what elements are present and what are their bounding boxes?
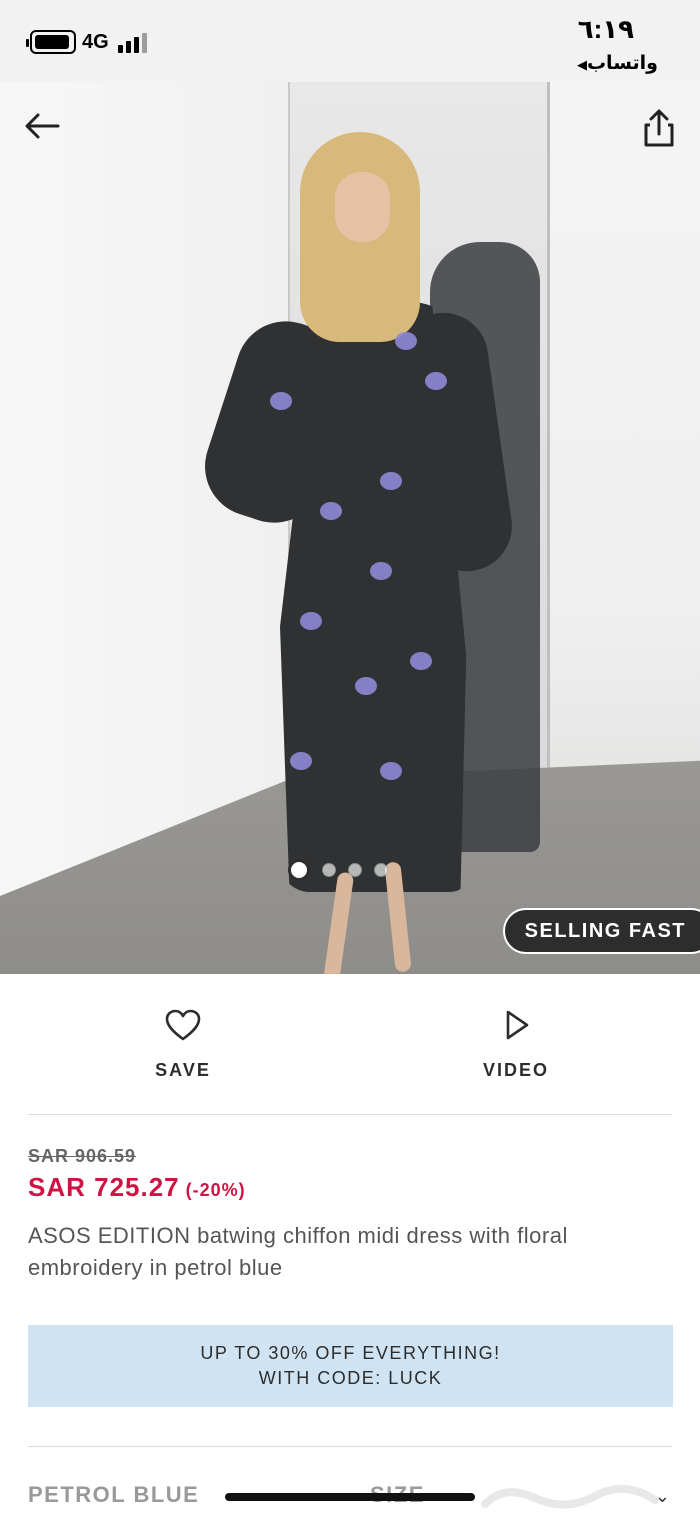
product-actions: SAVE VIDEO <box>0 974 700 1114</box>
clock: ٦:١٩ <box>577 14 634 44</box>
divider <box>28 1114 672 1115</box>
share-button[interactable] <box>642 108 676 148</box>
battery-icon <box>26 30 76 54</box>
arrow-left-icon <box>25 113 60 139</box>
product-photo-model <box>180 132 518 974</box>
heart-icon <box>165 1009 201 1041</box>
promo-line-1: UP TO 30% OFF EVERYTHING! <box>200 1343 501 1363</box>
save-button[interactable]: SAVE <box>113 1008 253 1081</box>
promo-banner[interactable]: UP TO 30% OFF EVERYTHING! WITH CODE: LUC… <box>28 1325 673 1407</box>
carousel-dot[interactable] <box>348 863 362 877</box>
triangle-left-icon: ◀ <box>576 57 587 72</box>
carousel-pagination <box>288 858 388 882</box>
back-to-app-link[interactable]: واتساب◀ <box>571 52 658 75</box>
back-button[interactable] <box>22 110 62 142</box>
price-row: SAR 725.27 (-20%) <box>28 1172 246 1203</box>
carousel-dot[interactable] <box>288 859 310 881</box>
promo-line-2: WITH CODE: LUCK <box>258 1368 443 1388</box>
divider <box>28 1446 672 1447</box>
selling-fast-badge: SELLING FAST <box>502 908 700 954</box>
share-icon <box>644 109 674 147</box>
carousel-dot[interactable] <box>374 863 388 877</box>
video-button[interactable]: VIDEO <box>446 1008 586 1081</box>
discount-badge: (-20%) <box>185 1180 246 1200</box>
home-indicator[interactable] <box>225 1493 475 1501</box>
save-label: SAVE <box>155 1060 211 1080</box>
current-price: SAR 725.27 <box>28 1172 180 1202</box>
play-icon <box>506 1010 529 1040</box>
back-app-label: واتساب <box>586 53 658 74</box>
signal-icon <box>118 33 152 53</box>
status-bar: 4G ٦:١٩ واتساب◀ <box>0 0 700 82</box>
network-type: 4G <box>82 31 109 53</box>
original-price: SAR 906.59 <box>28 1146 137 1166</box>
carousel-dot[interactable] <box>322 863 336 877</box>
colour-label: PETROL BLUE <box>28 1482 200 1507</box>
video-label: VIDEO <box>482 1060 549 1080</box>
product-title: ASOS EDITION batwing chiffon midi dress … <box>28 1223 568 1280</box>
product-image-carousel[interactable]: SELLING FAST <box>0 82 700 974</box>
watermark-logo <box>481 1484 659 1509</box>
